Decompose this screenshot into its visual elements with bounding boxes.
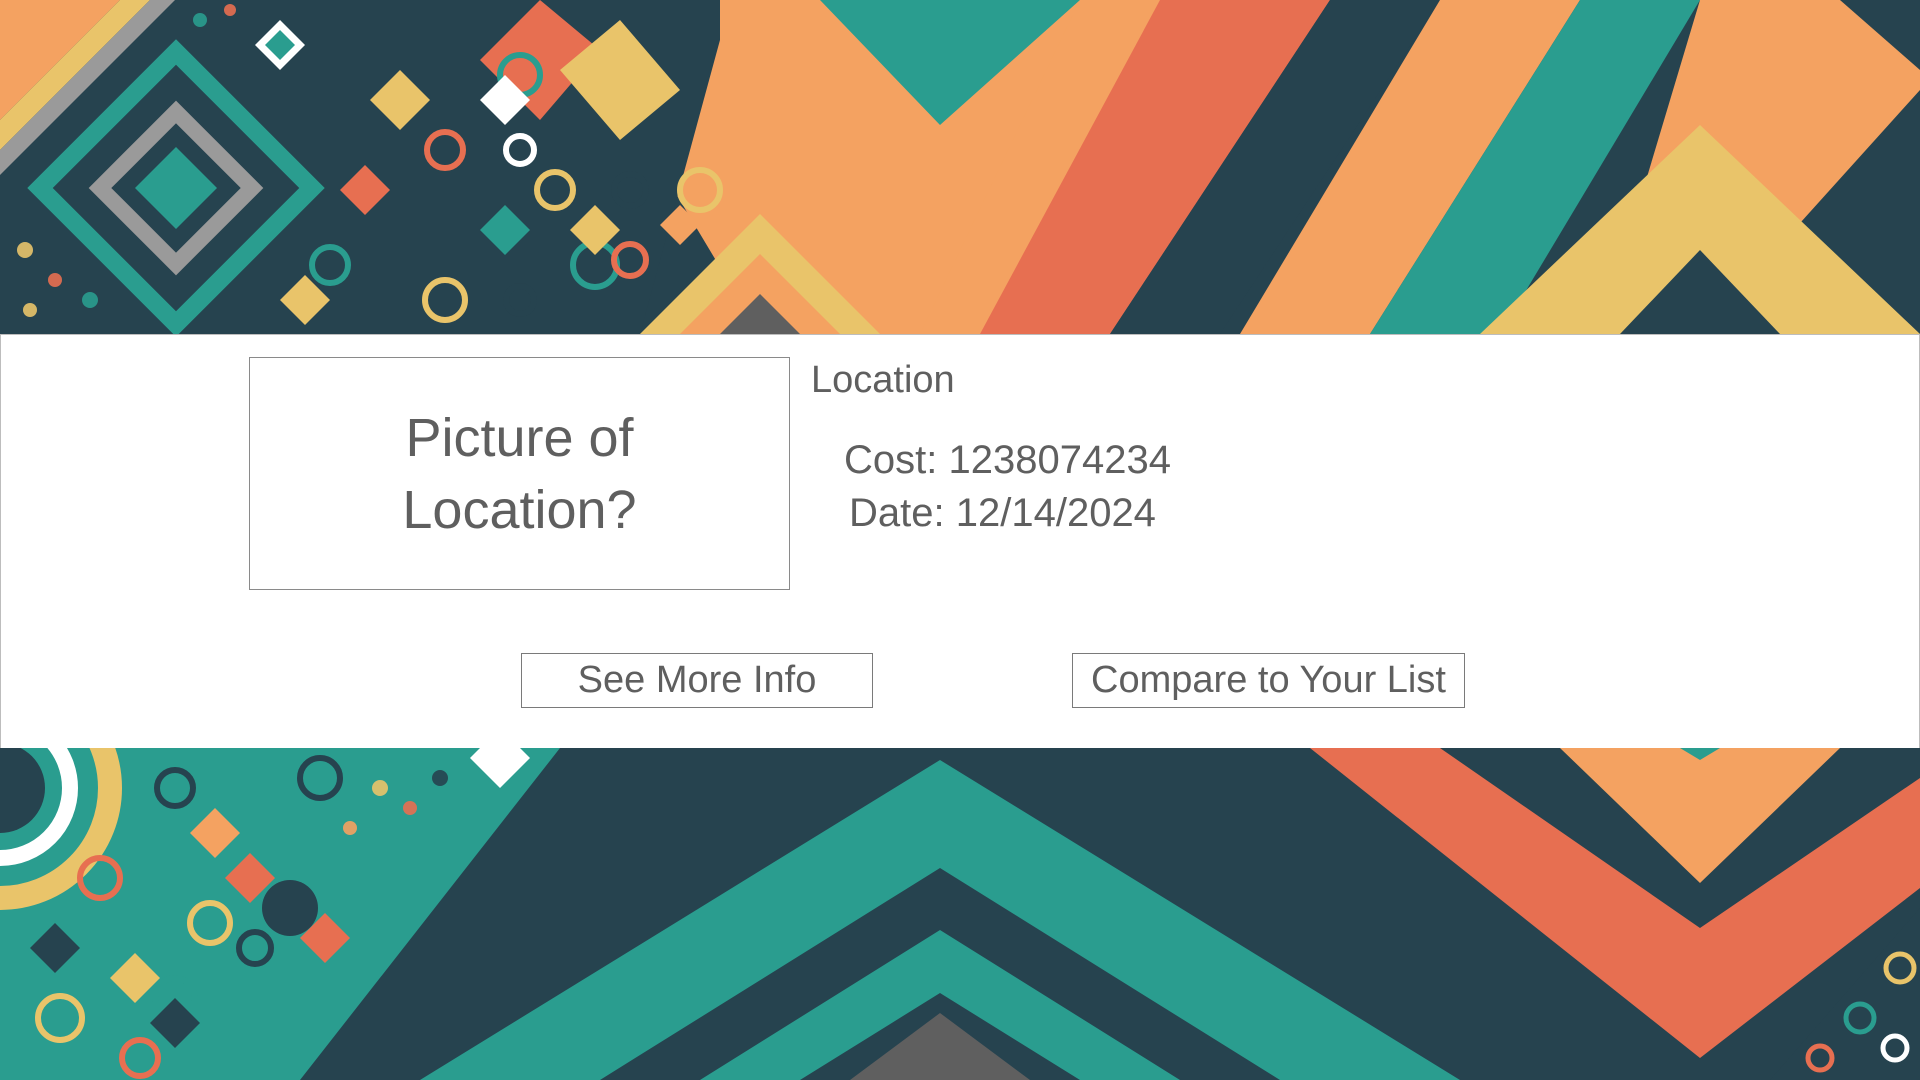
cost-line: Cost: 1238074234 [844,438,1171,483]
chevron-pattern-top [0,0,1920,334]
cost-value: 1238074234 [948,438,1171,482]
date-value: 12/14/2024 [955,491,1156,535]
app-canvas: Picture of Location? Location Cost: 1238… [0,0,1920,1080]
location-picture-placeholder: Picture of Location? [249,357,790,590]
location-title: Location [811,359,955,401]
picture-placeholder-text: Picture of Location? [402,407,637,540]
date-label: Date: [849,491,945,535]
compare-to-list-button[interactable]: Compare to Your List [1072,653,1465,708]
decorative-banner-bottom [0,748,1920,1080]
see-more-info-button[interactable]: See More Info [521,653,873,708]
decorative-banner-top [0,0,1920,334]
chevron-pattern-bottom [0,748,1920,1080]
location-card: Picture of Location? Location Cost: 1238… [0,334,1920,749]
date-line: Date: 12/14/2024 [849,491,1156,536]
cost-label: Cost: [844,438,938,482]
